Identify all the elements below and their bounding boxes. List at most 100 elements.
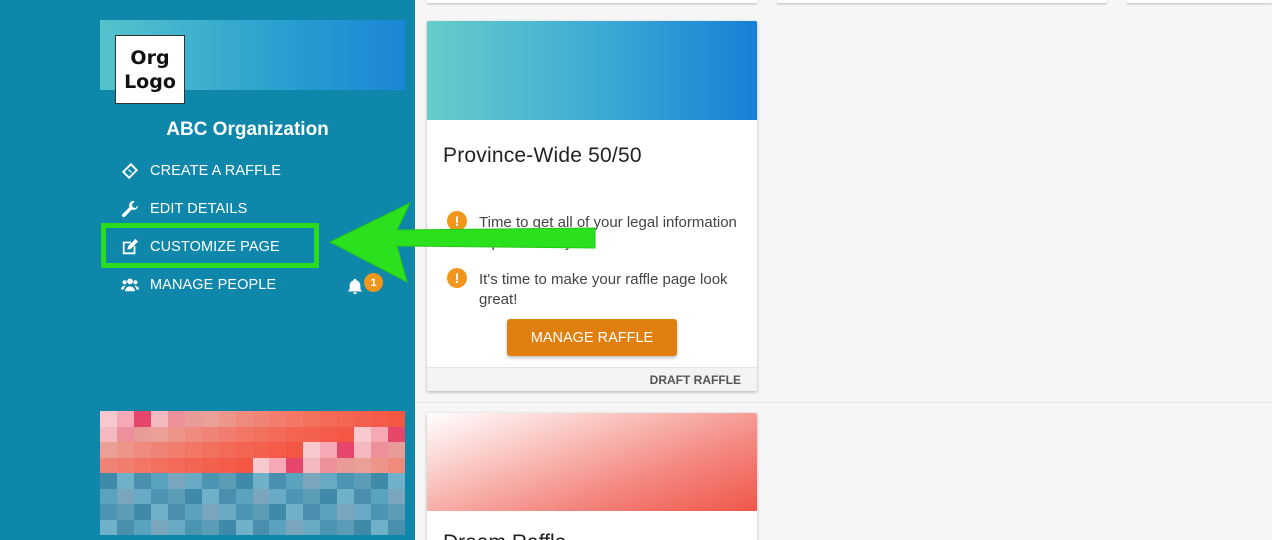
pixel-tile	[371, 442, 389, 458]
pixel-tile	[354, 473, 372, 489]
pixel-tile	[133, 442, 152, 458]
pixel-tile	[100, 426, 118, 443]
pixel-tile	[337, 457, 355, 474]
pixel-tile	[235, 411, 253, 427]
pixel-tile	[150, 504, 169, 520]
pixel-tile	[320, 442, 338, 458]
pixel-tile	[116, 504, 135, 520]
pixel-tile	[354, 426, 372, 443]
pixel-tile	[269, 473, 287, 489]
pixel-tile	[201, 488, 220, 505]
pixel-tile	[150, 519, 169, 535]
pixel-tile	[354, 504, 372, 520]
pixel-tile	[286, 519, 304, 535]
pixel-tile	[167, 473, 186, 489]
pixel-tile	[235, 442, 253, 458]
pixel-tile	[354, 442, 372, 458]
pixel-tile	[167, 504, 186, 520]
pixel-tile	[337, 504, 355, 520]
pixel-tile	[303, 457, 321, 474]
pixel-tile	[116, 426, 135, 443]
org-logo: Org Logo	[115, 35, 185, 104]
pixel-tile	[388, 488, 405, 505]
pixel-tile	[218, 519, 237, 535]
pixel-tile	[371, 473, 389, 489]
pixel-tile	[252, 442, 270, 458]
pixel-tile	[371, 488, 389, 505]
pixel-tile	[303, 473, 321, 489]
highlight-box	[101, 223, 319, 268]
pixel-tile	[303, 488, 321, 505]
pixel-tile	[286, 488, 304, 505]
pixel-tile	[167, 457, 186, 474]
ticket-icon	[120, 161, 140, 181]
pixel-tile	[303, 504, 321, 520]
nav-edit-details[interactable]: EDIT DETAILS	[120, 197, 247, 221]
pixel-tile	[133, 519, 152, 535]
pixel-tile	[133, 488, 152, 505]
pixel-tile	[235, 504, 253, 520]
pixel-tile	[184, 473, 203, 489]
pixel-tile	[371, 519, 389, 535]
pixel-tile	[252, 504, 270, 520]
raffle-card-banner	[427, 21, 757, 120]
pixel-tile	[167, 411, 186, 427]
raffle-card[interactable]: Dream Raffle	[427, 413, 757, 540]
pixel-tile	[337, 411, 355, 427]
pixel-tile	[150, 442, 169, 458]
pixel-tile	[269, 488, 287, 505]
nav-edit-details-label: EDIT DETAILS	[150, 201, 248, 217]
pixel-tile	[116, 488, 135, 505]
pixel-tile	[150, 426, 169, 443]
pixel-tile	[218, 457, 237, 474]
pixel-tile	[371, 457, 389, 474]
pixel-tile	[252, 426, 270, 443]
pixel-tile	[100, 488, 118, 505]
pixel-tile	[371, 504, 389, 520]
pixel-tile	[388, 426, 405, 443]
pixel-tile	[269, 426, 287, 443]
pixel-tile	[218, 473, 237, 489]
pixel-tile	[388, 519, 405, 535]
pixel-tile	[201, 442, 220, 458]
users-icon	[120, 275, 140, 295]
green-arrow-annotation	[328, 201, 596, 283]
pixel-tile	[201, 426, 220, 443]
pixel-tile	[235, 426, 253, 443]
pixel-tile	[167, 442, 186, 458]
pixel-tile	[150, 457, 169, 474]
pixel-tile	[371, 411, 389, 427]
org-name: ABC Organization	[166, 119, 329, 140]
pixel-tile	[116, 473, 135, 489]
pixel-tile	[303, 519, 321, 535]
pixel-tile	[303, 411, 321, 427]
pixel-tile	[388, 504, 405, 520]
pixel-tile	[320, 457, 338, 474]
pixel-tile	[252, 457, 270, 474]
nav-manage-people[interactable]: MANAGE PEOPLE	[120, 273, 276, 297]
pixel-tile	[337, 426, 355, 443]
pixel-tile	[320, 411, 338, 427]
pixel-tile	[337, 473, 355, 489]
pixel-tile	[150, 473, 169, 489]
pixel-tile	[354, 411, 372, 427]
pixel-tile	[218, 426, 237, 443]
pixel-tile	[218, 504, 237, 520]
pixel-tile	[337, 442, 355, 458]
pixel-tile	[201, 411, 220, 427]
pixel-tile	[269, 504, 287, 520]
manage-raffle-button[interactable]: MANAGE RAFFLE	[507, 319, 677, 356]
pixel-tile	[150, 488, 169, 505]
pixel-tile	[354, 457, 372, 474]
pixel-tile	[388, 442, 405, 458]
pixel-tile	[371, 426, 389, 443]
pixel-tile	[235, 457, 253, 474]
pixel-tile	[286, 411, 304, 427]
wrench-icon	[120, 199, 140, 219]
nav-create-raffle[interactable]: CREATE A RAFFLE	[120, 159, 281, 183]
pixel-tile	[286, 442, 304, 458]
pixel-tile	[167, 426, 186, 443]
pixel-tile	[218, 411, 237, 427]
card-stub	[777, 0, 1107, 3]
pixel-tile	[269, 519, 287, 535]
